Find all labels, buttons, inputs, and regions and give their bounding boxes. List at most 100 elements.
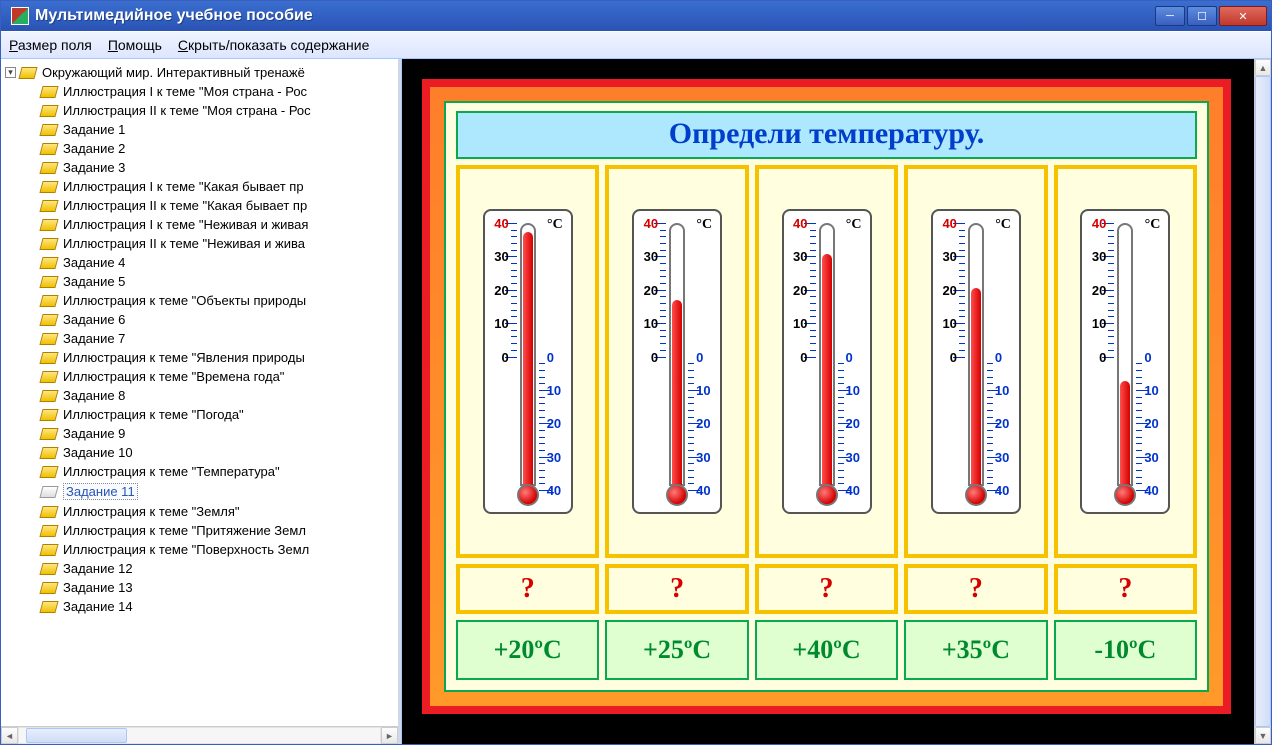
- scale-label: 40: [942, 216, 956, 231]
- scroll-thumb[interactable]: [26, 728, 127, 743]
- question-slot[interactable]: ?: [605, 564, 748, 614]
- scale-label: 0: [651, 350, 658, 365]
- tree-item[interactable]: Задание 6: [1, 310, 398, 329]
- scroll-track[interactable]: [18, 727, 381, 744]
- tree-item[interactable]: Задание 5: [1, 272, 398, 291]
- scale-label: 40: [644, 216, 658, 231]
- tree-item[interactable]: Задание 13: [1, 578, 398, 597]
- tree-item[interactable]: Иллюстрация к теме "Погода": [1, 405, 398, 424]
- tree-item[interactable]: Задание 7: [1, 329, 398, 348]
- answer-option[interactable]: -10ºC: [1054, 620, 1197, 680]
- scale-label: 30: [846, 450, 860, 465]
- scale-label: 10: [696, 383, 710, 398]
- tree-item[interactable]: Задание 10: [1, 443, 398, 462]
- tree-item-label: Задание 6: [63, 312, 125, 327]
- tree-item[interactable]: Иллюстрация II к теме "Какая бывает пр: [1, 196, 398, 215]
- tree-item[interactable]: Иллюстрация к теме "Поверхность Земл: [1, 540, 398, 559]
- tree-item-label: Иллюстрация к теме "Времена года": [63, 369, 284, 384]
- tree-item[interactable]: Иллюстрация к теме "Температура": [1, 462, 398, 481]
- tree-root[interactable]: ▾Окружающий мир. Интерактивный тренажё: [1, 63, 398, 82]
- tree-view[interactable]: ▾Окружающий мир. Интерактивный тренажё Ил…: [1, 59, 398, 726]
- thermometer-bulb: [517, 484, 539, 506]
- tree-item[interactable]: Иллюстрация к теме "Земля": [1, 502, 398, 521]
- tree-horizontal-scrollbar[interactable]: ◄ ►: [1, 726, 398, 744]
- question-slot[interactable]: ?: [904, 564, 1047, 614]
- menu-item-0[interactable]: Размер поля: [9, 35, 92, 55]
- minimize-button[interactable]: ─: [1155, 6, 1185, 26]
- question-slot[interactable]: ?: [456, 564, 599, 614]
- tree-item[interactable]: Иллюстрация к теме "Времена года": [1, 367, 398, 386]
- page-icon: [39, 124, 58, 136]
- tree-item[interactable]: Задание 12: [1, 559, 398, 578]
- page-icon: [39, 371, 58, 383]
- scroll-up-button[interactable]: ▲: [1255, 59, 1271, 76]
- thermometer-cell: °C403020100010203040?: [904, 165, 1047, 614]
- page-icon: [39, 181, 58, 193]
- tree-item[interactable]: Задание 11: [1, 481, 398, 502]
- tree-item[interactable]: Задание 9: [1, 424, 398, 443]
- thermometer-card[interactable]: °C403020100010203040: [1054, 165, 1197, 558]
- answer-option[interactable]: +25ºC: [605, 620, 748, 680]
- close-button[interactable]: ✕: [1219, 6, 1267, 26]
- book-icon: [18, 67, 37, 79]
- tree-item-label: Задание 3: [63, 160, 125, 175]
- thermometer-card[interactable]: °C403020100010203040: [755, 165, 898, 558]
- scale-label: 30: [995, 450, 1009, 465]
- tree-item[interactable]: Иллюстрация I к теме "Неживая и живая: [1, 215, 398, 234]
- tree-item[interactable]: Иллюстрация к теме "Явления природы: [1, 348, 398, 367]
- content-viewer: Определи температуру. °C4030201000102030…: [401, 59, 1271, 744]
- tree-item-label: Иллюстрация II к теме "Моя страна - Рос: [63, 103, 311, 118]
- tree-item[interactable]: Иллюстрация II к теме "Моя страна - Рос: [1, 101, 398, 120]
- tree-item[interactable]: Задание 2: [1, 139, 398, 158]
- app-window: Мультимедийное учебное пособие ─ ☐ ✕ Раз…: [0, 0, 1272, 745]
- tree-item[interactable]: Иллюстрация к теме "Объекты природы: [1, 291, 398, 310]
- page-icon: [39, 601, 58, 613]
- question-slot[interactable]: ?: [1054, 564, 1197, 614]
- page-icon: [39, 544, 58, 556]
- scroll-track[interactable]: [1255, 76, 1271, 727]
- tree-item-label: Задание 10: [63, 445, 133, 460]
- answer-option[interactable]: +35ºC: [904, 620, 1047, 680]
- tree-item[interactable]: Иллюстрация II к теме "Неживая и жива: [1, 234, 398, 253]
- thermometer-card[interactable]: °C403020100010203040: [605, 165, 748, 558]
- scale-label: 10: [942, 316, 956, 331]
- question-slot[interactable]: ?: [755, 564, 898, 614]
- scale-label: 0: [1099, 350, 1106, 365]
- tree-item[interactable]: Иллюстрация I к теме "Моя страна - Рос: [1, 82, 398, 101]
- scroll-left-button[interactable]: ◄: [1, 727, 18, 744]
- titlebar: Мультимедийное учебное пособие ─ ☐ ✕: [1, 1, 1271, 31]
- tree-item[interactable]: Задание 3: [1, 158, 398, 177]
- thermometer-card[interactable]: °C403020100010203040: [904, 165, 1047, 558]
- thermometer-cell: °C403020100010203040?: [605, 165, 748, 614]
- page-icon: [39, 486, 58, 498]
- unit-label: °C: [846, 217, 862, 233]
- page-icon: [39, 352, 58, 364]
- menu-item-2[interactable]: Скрыть/показать содержание: [178, 35, 369, 55]
- unit-label: °C: [1145, 217, 1161, 233]
- tree-item[interactable]: Иллюстрация I к теме "Какая бывает пр: [1, 177, 398, 196]
- collapse-icon[interactable]: ▾: [5, 67, 16, 78]
- tree-item[interactable]: Задание 1: [1, 120, 398, 139]
- tree-item[interactable]: Задание 4: [1, 253, 398, 272]
- scale-label: 30: [494, 249, 508, 264]
- viewer-vertical-scrollbar[interactable]: ▲ ▼: [1254, 59, 1271, 744]
- tree-item-label: Иллюстрация I к теме "Моя страна - Рос: [63, 84, 307, 99]
- tree-item[interactable]: Иллюстрация к теме "Притяжение Земл: [1, 521, 398, 540]
- thermometer-bulb: [666, 484, 688, 506]
- page-icon: [39, 105, 58, 117]
- tree-item[interactable]: Задание 14: [1, 597, 398, 616]
- thermometer-card[interactable]: °C403020100010203040: [456, 165, 599, 558]
- scroll-thumb[interactable]: [1255, 76, 1271, 727]
- menu-item-1[interactable]: Помощь: [108, 35, 162, 55]
- maximize-button[interactable]: ☐: [1187, 6, 1217, 26]
- page-icon: [39, 428, 58, 440]
- thermometer: °C403020100010203040: [931, 209, 1021, 514]
- scale-label: 10: [494, 316, 508, 331]
- scroll-down-button[interactable]: ▼: [1255, 727, 1271, 744]
- answer-option[interactable]: +20ºC: [456, 620, 599, 680]
- answer-option[interactable]: +40ºC: [755, 620, 898, 680]
- thermometer-cell: °C403020100010203040?: [456, 165, 599, 614]
- tree-item[interactable]: Задание 8: [1, 386, 398, 405]
- scale-label: 10: [547, 383, 561, 398]
- scroll-right-button[interactable]: ►: [381, 727, 398, 744]
